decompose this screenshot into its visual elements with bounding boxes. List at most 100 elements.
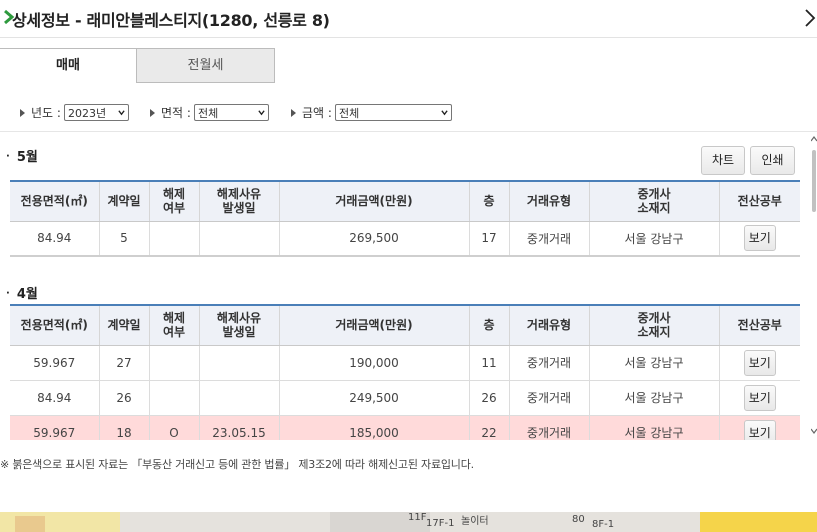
tab-rent[interactable]: 전월세 [137,48,275,83]
column-header-contract-day: 계약일 [99,304,150,346]
column-header-cancel-date: 해제사유 발생일 [199,180,280,222]
cell-cancel: O [149,415,200,440]
amount-select-value: 전체 [338,106,360,120]
panel-header: 상세정보 - 래미안블레스티지(1280, 선릉로 8) [0,0,817,38]
cell-price: 249,500 [279,380,470,416]
area-filter: 면적 : 전체 [150,104,269,121]
page-title: 상세정보 - 래미안블레스티지(1280, 선릉로 8) [12,11,330,30]
scroll-up-icon[interactable] [811,136,817,142]
transactions-scroll-area[interactable]: · 5월 차트 인쇄 전용면적(㎡) 계약일 해제 여부 해제사유 발생일 거래금액(만원) 층… [0,132,817,440]
table-row: 84.94 5 269,500 17 중개거래 서울 강남구 보기 [10,221,800,257]
cell-cancel-date [199,345,280,381]
filter-bar: 년도 : 2023년 면적 : 전체 금액 : 전체 [0,96,817,128]
cell-area: 59.967 [10,415,100,440]
column-header-deal-type: 거래유형 [509,304,590,346]
view-button[interactable]: 보기 [743,419,776,440]
cell-broker-location: 서울 강남구 [589,345,720,381]
column-header-floor: 층 [469,180,510,222]
amount-filter: 금액 : 전체 [291,104,452,121]
triangle-right-icon [291,108,296,117]
month-label: 5월 [16,150,38,165]
year-select[interactable]: 2023년 [63,104,129,121]
cell-broker-location: 서울 강남구 [589,221,720,257]
triangle-right-icon [150,108,155,117]
amount-select[interactable]: 전체 [334,104,452,121]
cell-registry: 보기 [719,345,800,381]
column-header-registry: 전산공부 [719,304,800,346]
transactions-table-april: 전용면적(㎡) 계약일 해제 여부 해제사유 발생일 거래금액(만원) 층 거래유형 중개사 소재지… [10,304,800,440]
print-button[interactable]: 인쇄 [750,146,795,175]
table-row: 84.94 26 249,500 26 중개거래 서울 강남구 보기 [10,380,800,416]
map-block [700,512,817,532]
chart-button[interactable]: 차트 [701,146,745,175]
cell-registry: 보기 [719,221,800,257]
table-header-row: 전용면적(㎡) 계약일 해제 여부 해제사유 발생일 거래금액(만원) 층 거래유형 중개사 소재지… [10,180,800,222]
chevron-down-icon [258,110,265,116]
cell-floor: 11 [469,345,510,381]
column-header-price: 거래금액(만원) [279,304,470,346]
tab-bar: 매매 전월세 [0,48,817,83]
scroll-down-icon[interactable] [811,428,817,434]
map-label: 11F [408,512,427,523]
area-filter-label: 면적 : [161,106,191,120]
chevron-down-icon [441,110,448,116]
cell-cancel [149,221,200,257]
month-label: 4월 [16,287,38,302]
map-label: 17F-1 [426,518,455,529]
cell-floor: 26 [469,380,510,416]
cell-broker-location: 서울 강남구 [589,380,720,416]
column-header-contract-day: 계약일 [99,180,150,222]
cell-deal-type: 중개거래 [509,345,590,381]
cell-cancel [149,345,200,381]
year-select-value: 2023년 [67,106,107,120]
column-header-broker-location: 중개사 소재지 [589,304,720,346]
vertical-scrollbar[interactable] [810,132,817,440]
cell-cancel-date [199,221,280,257]
map-label: 80 [572,514,585,525]
triangle-right-icon [20,108,25,117]
column-header-floor: 층 [469,304,510,346]
column-header-area: 전용면적(㎡) [10,304,100,346]
cell-contract-day: 18 [99,415,150,440]
cell-broker-location: 서울 강남구 [589,415,720,440]
chevron-down-icon [118,110,125,116]
cell-price: 190,000 [279,345,470,381]
map-background[interactable]: 11F 17F-1 놀이터 80 8F-1 [0,512,817,532]
year-filter-label: 년도 : [31,106,61,120]
year-filter: 년도 : 2023년 [20,104,129,121]
cell-floor: 17 [469,221,510,257]
scrollbar-thumb[interactable] [812,150,816,212]
column-header-broker-location: 중개사 소재지 [589,180,720,222]
table-row: 59.967 18 O 23.05.15 185,000 22 중개거래 서울 강남구 보기 [10,415,800,440]
column-header-price: 거래금액(만원) [279,180,470,222]
area-select-value: 전체 [197,106,219,120]
cell-cancel [149,380,200,416]
view-button[interactable]: 보기 [743,384,776,411]
transactions-table-may: 전용면적(㎡) 계약일 해제 여부 해제사유 발생일 거래금액(만원) 층 거래유형 중개사 소재지… [10,180,800,257]
column-header-cancel: 해제 여부 [149,304,200,346]
cell-area: 84.94 [10,221,100,257]
map-label: 놀이터 [461,516,489,527]
map-label: 8F-1 [592,519,615,530]
cell-deal-type: 중개거래 [509,380,590,416]
tab-sale[interactable]: 매매 [0,48,137,83]
cell-contract-day: 5 [99,221,150,257]
cell-area: 84.94 [10,380,100,416]
view-button[interactable]: 보기 [743,225,776,252]
cell-price: 185,000 [279,415,470,440]
column-header-deal-type: 거래유형 [509,180,590,222]
table-row: 59.967 27 190,000 11 중개거래 서울 강남구 보기 [10,345,800,381]
cell-deal-type: 중개거래 [509,415,590,440]
column-header-area: 전용면적(㎡) [10,180,100,222]
view-button[interactable]: 보기 [743,349,776,376]
cell-cancel-date: 23.05.15 [199,415,280,440]
cell-registry: 보기 [719,415,800,440]
cell-price: 269,500 [279,221,470,257]
cell-registry: 보기 [719,380,800,416]
cell-cancel-date [199,380,280,416]
collapse-chevron-icon[interactable] [803,7,817,29]
table-header-row: 전용면적(㎡) 계약일 해제 여부 해제사유 발생일 거래금액(만원) 층 거래유형 중개사 소재지… [10,304,800,346]
area-select[interactable]: 전체 [193,104,269,121]
cell-floor: 22 [469,415,510,440]
cell-deal-type: 중개거래 [509,221,590,257]
